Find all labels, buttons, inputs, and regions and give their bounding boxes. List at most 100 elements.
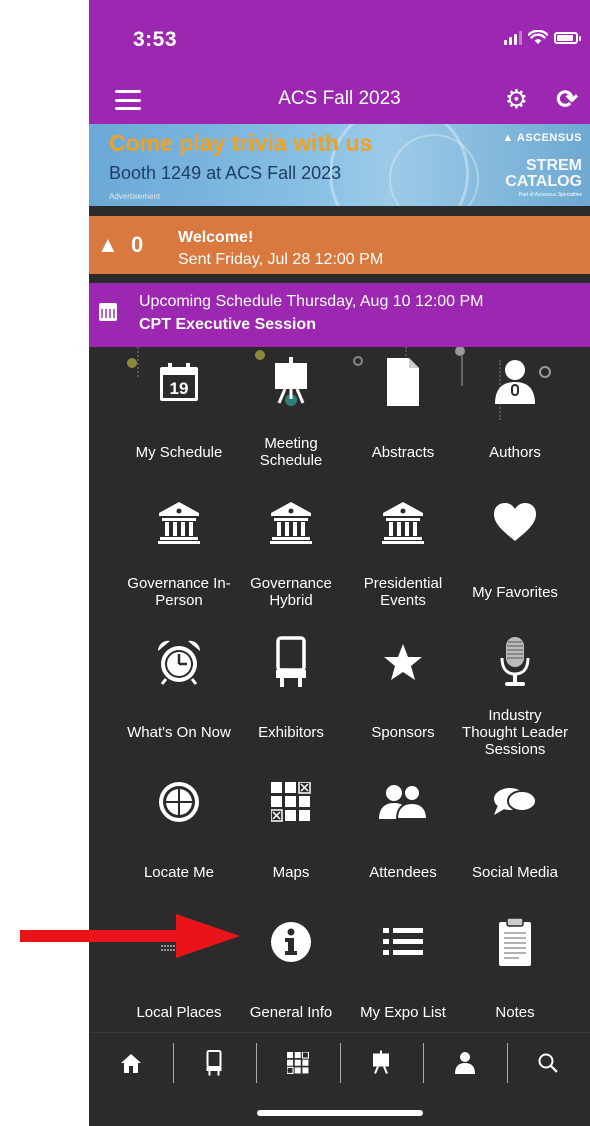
tile-industry-thought-leader-sessions[interactable]: Industry Thought Leader Sessions [459,627,571,767]
annotation-arrow [20,914,240,958]
ad-brand-name: ▲ ASCENSUS [502,132,582,144]
tile-label: My Favorites [472,583,558,601]
tile-label: Presidential Events [363,575,443,609]
alert-count: 0 [131,232,144,257]
nav-authors[interactable] [423,1033,507,1093]
tile-label: Maps [272,863,310,881]
chat-bubble-icon [494,788,537,815]
calendar-icon: 19 [160,363,198,401]
ad-label: Advertisement [109,192,161,201]
bottom-nav [89,1032,590,1092]
home-indicator[interactable] [257,1110,423,1116]
status-bar: 3:53 [89,0,590,78]
tile-general-info[interactable]: General Info [235,907,347,1047]
nav-home[interactable] [89,1033,173,1093]
schedule-datetime: Upcoming Schedule Thursday, Aug 10 12:00… [139,293,484,310]
ad-brand-logo: ▲ ASCENSUS STREM CATALOG Part of Ascensus… [486,132,582,198]
tile-my-schedule[interactable]: 19 My Schedule [123,347,235,487]
tile-label: My Expo List [360,1003,446,1021]
star-icon [384,644,422,680]
building-icon [270,502,312,544]
warning-icon: ▲ [97,232,119,257]
tile-presidential-events[interactable]: Presidential Events [347,487,459,627]
tile-meeting-schedule[interactable]: Meeting Schedule [235,347,347,487]
tile-exhibitors[interactable]: Exhibitors [235,627,347,767]
tile-whats-on-now[interactable]: What's On Now [123,627,235,767]
speaker-icon [454,1051,475,1074]
booth-icon [276,636,306,687]
nav-meeting-schedule[interactable] [339,1033,424,1093]
tile-attendees[interactable]: Attendees [347,767,459,907]
tile-locate-me[interactable]: Locate Me [123,767,235,907]
tile-label: Abstracts [371,443,435,461]
calendar-icon [99,303,117,321]
alert-banner[interactable]: ▲ 0 Welcome! Sent Friday, Jul 28 12:00 P… [89,216,590,274]
ad-tagline: Part of Ascensus Specialties [518,192,582,198]
wifi-icon [528,30,548,44]
alert-subtitle: Sent Friday, Jul 28 12:00 PM [178,251,384,268]
tile-label: What's On Now [127,723,231,741]
presentation-board-icon [275,357,307,404]
nav-exhibitors[interactable] [172,1033,257,1093]
advertisement-banner[interactable]: Come play trivia with us Booth 1249 at A… [89,124,590,206]
heart-icon [494,503,536,541]
status-icons [504,30,581,45]
info-icon [271,922,311,962]
tile-label: Governance In-Person [127,575,231,609]
alert-title: Welcome! [178,229,254,246]
people-icon [379,784,428,820]
booth-icon [206,1049,222,1075]
home-icon [120,1053,141,1073]
building-icon [158,502,200,544]
ad-subline: Booth 1249 at ACS Fall 2023 [109,163,342,183]
app-header: ACS Fall 2023 ⚙ ⟳ [89,78,590,124]
alarm-clock-icon [157,640,201,685]
tile-abstracts[interactable]: Abstracts [347,347,459,487]
list-icon [383,928,423,955]
document-icon [387,358,419,406]
tile-label: Authors [489,443,541,461]
tile-sponsors[interactable]: Sponsors [347,627,459,767]
upcoming-schedule-banner[interactable]: Upcoming Schedule Thursday, Aug 10 12:00… [89,283,590,347]
gear-icon[interactable]: ⚙ [505,86,528,112]
refresh-icon[interactable]: ⟳ [556,84,578,114]
floor-map-icon [271,782,311,822]
tile-authors[interactable]: Authors [459,347,571,487]
battery-icon [554,31,581,44]
speaker-icon [495,360,535,404]
tile-governance-hybrid[interactable]: Governance Hybrid [235,487,347,627]
tile-label: Meeting Schedule [259,435,323,469]
tile-notes[interactable]: Notes [459,907,571,1047]
clipboard-icon [499,917,531,966]
tile-label: Attendees [369,863,437,881]
floor-map-icon [286,1051,309,1074]
tile-my-favorites[interactable]: My Favorites [459,487,571,627]
tile-label: Locate Me [143,863,215,881]
nav-search[interactable] [506,1033,590,1093]
tile-label: Governance Hybrid [250,575,332,609]
tile-label: General Info [249,1003,333,1021]
search-icon [538,1053,559,1073]
tile-label: Local Places [136,1003,222,1021]
calendar-day: 19 [170,379,189,398]
tile-my-expo-list[interactable]: My Expo List [347,907,459,1047]
cellular-signal-icon [504,30,522,45]
tile-maps[interactable]: Maps [235,767,347,907]
tile-label: Social Media [472,863,558,881]
tile-label: Exhibitors [258,723,324,741]
tile-social-media[interactable]: Social Media [459,767,571,907]
ad-product-name: STREM CATALOG [505,157,582,190]
status-time: 3:53 [133,28,178,51]
ad-headline: Come play trivia with us [109,130,373,156]
tile-label: Sponsors [371,723,435,741]
tile-label: My Schedule [135,443,223,461]
schedule-session: CPT Executive Session [139,316,316,333]
tile-governance-in-person[interactable]: Governance In-Person [123,487,235,627]
tile-label: Industry Thought Leader Sessions [462,706,568,758]
presentation-board-icon [373,1050,390,1074]
nav-maps[interactable] [256,1033,340,1093]
tile-label: Notes [495,1003,535,1021]
microphone-icon [500,637,530,686]
target-icon [159,782,199,822]
building-icon [382,502,424,544]
